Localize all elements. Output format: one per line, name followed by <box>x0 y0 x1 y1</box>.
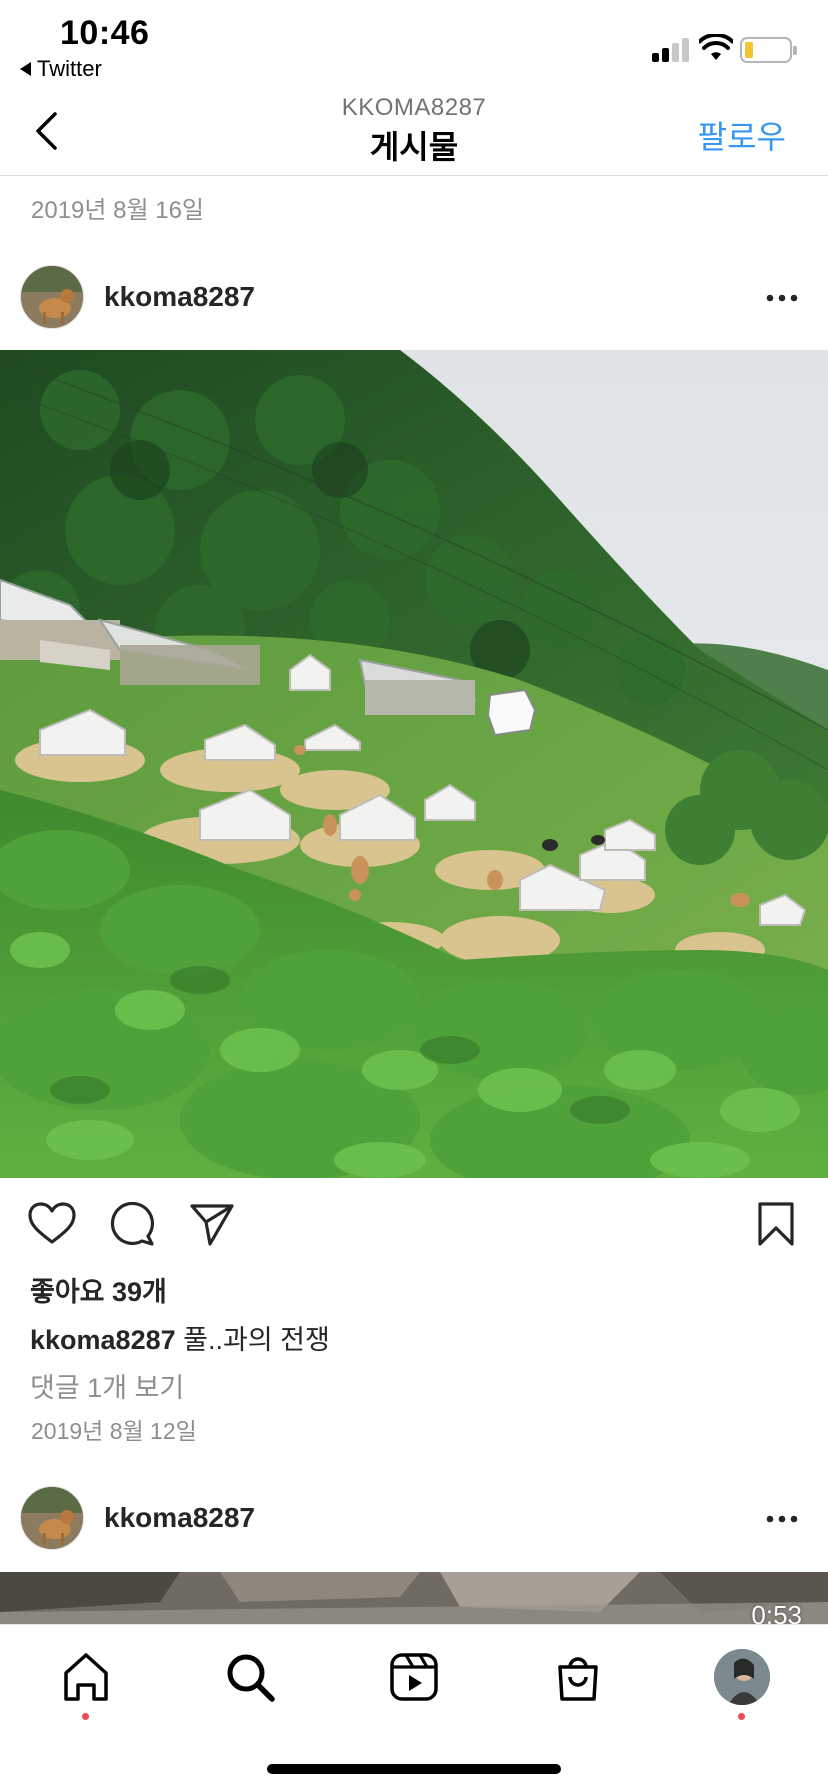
battery-icon <box>740 37 797 63</box>
search-icon[interactable] <box>222 1649 278 1705</box>
send-icon[interactable] <box>186 1198 238 1250</box>
post-date: 2019년 8월 12일 <box>31 1418 197 1444</box>
heart-icon[interactable] <box>26 1198 78 1250</box>
cellular-signal-icon <box>652 36 692 62</box>
more-icon[interactable] <box>762 283 802 313</box>
previous-post-date: 2019년 8월 16일 <box>31 197 205 224</box>
back-triangle-icon <box>20 62 31 76</box>
post-username[interactable]: kkoma8287 <box>104 1502 255 1534</box>
follow-button[interactable]: 팔로우 <box>698 112 786 158</box>
home-notification-dot <box>82 1713 89 1720</box>
caption-username[interactable]: kkoma8287 <box>30 1325 176 1355</box>
post-actions <box>0 1198 828 1254</box>
post-username[interactable]: kkoma8287 <box>104 281 255 313</box>
back-app-label: Twitter <box>37 56 102 81</box>
caption-text: 풀..과의 전쟁 <box>183 1325 330 1355</box>
shop-icon[interactable] <box>550 1649 606 1705</box>
status-time: 10:46 <box>60 14 150 52</box>
next-post-video[interactable] <box>0 1572 828 1624</box>
avatar[interactable] <box>20 1486 84 1550</box>
profile-avatar[interactable] <box>714 1649 770 1705</box>
reels-icon[interactable] <box>386 1649 442 1705</box>
post-photo[interactable] <box>0 350 828 1178</box>
post-header: kkoma8287 <box>0 265 828 351</box>
like-count[interactable]: 좋아요 39개 <box>30 1270 167 1309</box>
home-indicator <box>267 1764 561 1774</box>
back-to-app-link[interactable]: Twitter <box>20 56 102 82</box>
nav-header: KKOMA8287 게시물 팔로우 <box>0 84 828 176</box>
status-bar: 10:46 Twitter <box>0 0 828 84</box>
home-icon[interactable] <box>58 1649 114 1705</box>
wifi-icon <box>699 34 733 60</box>
next-post-header: kkoma8287 <box>0 1486 828 1572</box>
avatar[interactable] <box>20 265 84 329</box>
view-comments-link[interactable]: 댓글 1개 보기 <box>30 1366 184 1405</box>
profile-notification-dot <box>738 1713 745 1720</box>
comment-icon[interactable] <box>106 1198 158 1250</box>
more-icon[interactable] <box>762 1504 802 1534</box>
post-caption: kkoma8287 풀..과의 전쟁 <box>30 1318 330 1357</box>
bookmark-icon[interactable] <box>750 1198 802 1250</box>
